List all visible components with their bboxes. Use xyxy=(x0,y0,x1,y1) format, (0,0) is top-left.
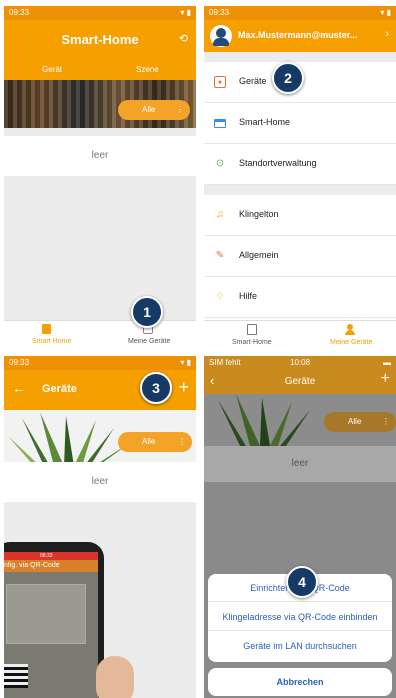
menu-label: Geräte xyxy=(239,76,267,86)
phone-screen: 08:33 nfig. via QR-Code xyxy=(4,552,98,698)
more-icon[interactable]: ⋮ xyxy=(178,432,186,452)
page-title: Geräte xyxy=(42,383,77,395)
panel-smart-home: 09:33 ▾ ▮ Smart-Home ⟲ Gerät Szene Alle … xyxy=(4,6,196,350)
lightbulb-icon: ♢ xyxy=(215,291,225,302)
menu-label: Standortverwaltung xyxy=(239,158,317,168)
smart-home-nav-icon[interactable] xyxy=(247,324,257,335)
banner-image: Alle ⋮ xyxy=(204,394,396,446)
status-bar: 09:33 ▾ ▮ xyxy=(204,6,396,20)
location-icon: ⊙ xyxy=(215,158,225,169)
avatar-body-icon xyxy=(213,38,229,46)
status-time: 10:08 xyxy=(290,358,311,367)
tab-bar: Gerät Szene xyxy=(4,60,196,80)
qr-code-icon xyxy=(4,664,28,688)
nav-my-devices[interactable]: Meine Geräte xyxy=(128,338,170,345)
menu-label: Allgemein xyxy=(239,250,279,260)
divider xyxy=(204,52,396,62)
empty-state: leer xyxy=(4,136,196,176)
step-badge-4: 4 xyxy=(286,566,318,598)
page-title: Smart-Home xyxy=(61,32,139,47)
status-time: 09:33 xyxy=(209,8,230,17)
avatar xyxy=(210,25,232,47)
history-icon[interactable]: ⟲ xyxy=(179,32,188,45)
menu-label: Hilfe xyxy=(239,291,258,301)
filter-label: Alle xyxy=(348,417,362,426)
panel-settings-menu: 09:33 ▾ ▮ Max.Mustermann@muster... › ● G… xyxy=(204,6,396,350)
more-icon[interactable]: ⋮ xyxy=(176,100,184,120)
step-badge-1: 1 xyxy=(131,296,163,328)
nav-smart-home[interactable]: Smart Home xyxy=(32,338,71,345)
device-icon: ● xyxy=(214,76,226,88)
nav-my-devices[interactable]: Meine Geräte xyxy=(330,339,372,346)
battery-icon: ▾ ▮ xyxy=(180,8,191,17)
banner-image: Alle ⋮ xyxy=(4,80,196,128)
menu-item-help[interactable]: ♢ Hilfe xyxy=(204,277,396,318)
empty-state: leer xyxy=(204,446,396,482)
step-badge-2: 2 xyxy=(272,62,304,94)
battery-icon: ▬ xyxy=(383,358,391,367)
phone-header: nfig. via QR-Code xyxy=(4,560,98,572)
qr-viewfinder xyxy=(6,584,86,644)
menu-item-smart-home[interactable]: Smart-Home xyxy=(204,103,396,144)
smart-home-icon xyxy=(214,119,226,128)
status-carrier: SIM fehlt xyxy=(209,358,241,367)
filter-label: Alle xyxy=(142,105,156,114)
wrench-icon: ✎ xyxy=(215,250,225,261)
battery-icon: ▾ ▮ xyxy=(380,8,391,17)
add-icon[interactable]: + xyxy=(381,370,390,388)
filter-pill[interactable]: Alle ⋮ xyxy=(118,432,192,452)
avatar-head-icon xyxy=(216,28,226,38)
cancel-button[interactable]: Abbrechen xyxy=(208,668,392,696)
menu-item-general[interactable]: ✎ Allgemein xyxy=(204,236,396,277)
panel-devices: 09:33 ▾ ▮ ← Geräte + Alle ⋮ leer 08:33 n… xyxy=(4,356,196,698)
menu-item-ringtone[interactable]: ♫ Klingelton xyxy=(204,195,396,236)
nav-smart-home[interactable]: Smart-Home xyxy=(232,339,272,346)
app-bar: Smart-Home ⟲ xyxy=(4,20,196,60)
person-icon[interactable] xyxy=(345,324,355,335)
sheet-option-doorbell-qr[interactable]: Klingeladresse via QR-Code einbinden xyxy=(208,603,392,631)
empty-state: leer xyxy=(4,462,196,502)
page-title: Geräte xyxy=(284,376,316,387)
filter-pill[interactable]: Alle ⋮ xyxy=(118,100,190,120)
tab-device[interactable]: Gerät xyxy=(42,65,62,74)
menu-item-location[interactable]: ⊙ Standortverwaltung xyxy=(204,144,396,185)
chevron-right-icon[interactable]: › xyxy=(385,28,389,40)
more-icon[interactable]: ⋮ xyxy=(382,412,390,432)
account-bar[interactable]: Max.Mustermann@muster... › xyxy=(204,20,396,52)
divider xyxy=(204,185,396,195)
phone-photo: 08:33 nfig. via QR-Code xyxy=(4,542,104,698)
status-bar: 09:33 ▾ ▮ xyxy=(4,6,196,20)
app-bar: ‹ Geräte + xyxy=(204,370,396,394)
filter-pill[interactable]: Alle ⋮ xyxy=(324,412,396,432)
status-bar: 09:33 ▾ ▮ xyxy=(4,356,196,370)
status-time: 09:33 xyxy=(9,358,30,367)
bottom-nav: Smart-Home Meine Geräte xyxy=(204,320,396,350)
phone-status-time: 08:33 xyxy=(4,552,98,560)
sheet-option-lan-search[interactable]: Geräte im LAN durchsuchen xyxy=(208,632,392,660)
menu-label: Klingelton xyxy=(239,209,279,219)
status-time: 09:33 xyxy=(9,8,30,17)
account-email: Max.Mustermann@muster... xyxy=(238,30,358,40)
battery-icon: ▾ ▮ xyxy=(180,358,191,367)
banner-image: Alle ⋮ xyxy=(4,410,196,466)
add-icon[interactable]: + xyxy=(178,377,189,398)
filter-label: Alle xyxy=(142,437,156,446)
menu-label: Smart-Home xyxy=(239,117,291,127)
tab-scene[interactable]: Szene xyxy=(136,65,159,74)
bottom-nav: Smart Home Meine Geräte xyxy=(4,320,196,350)
step-badge-3: 3 xyxy=(140,372,172,404)
back-arrow-icon[interactable]: ← xyxy=(12,380,26,396)
hand-photo xyxy=(96,656,134,698)
music-icon: ♫ xyxy=(216,209,224,220)
status-bar: SIM fehlt 10:08 ▬ xyxy=(204,356,396,370)
panel-add-device-sheet: SIM fehlt 10:08 ▬ ‹ Geräte + Alle ⋮ leer… xyxy=(204,356,396,698)
smart-home-nav-icon[interactable] xyxy=(42,324,51,334)
